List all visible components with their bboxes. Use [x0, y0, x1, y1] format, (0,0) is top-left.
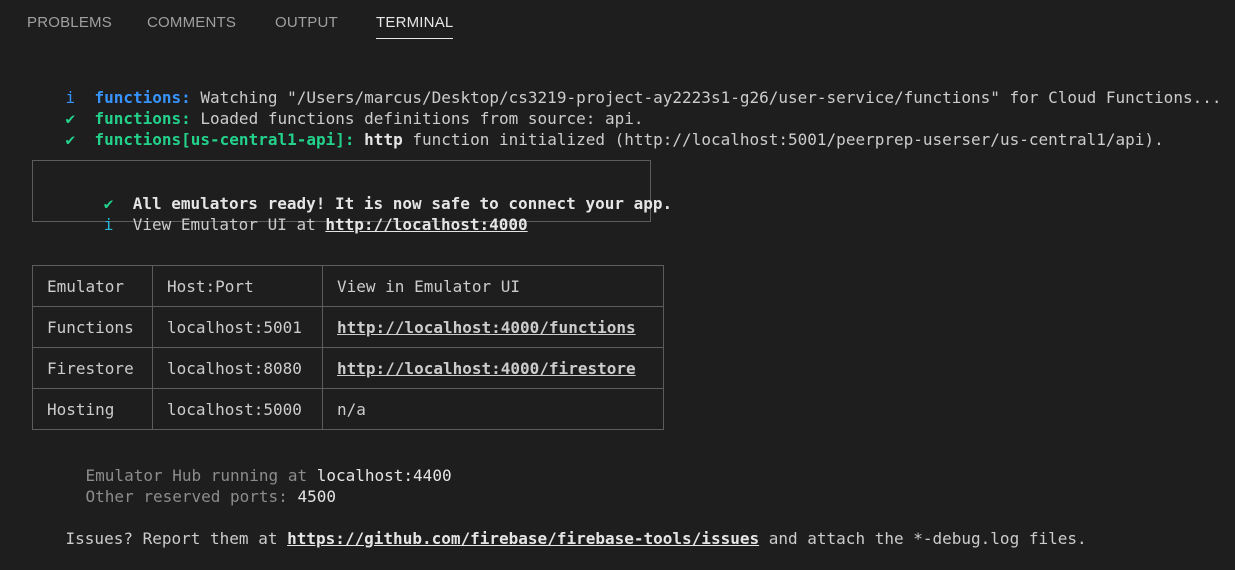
table-row: Functions localhost:5001 http://localhos…: [32, 306, 664, 348]
emulator-name: Hosting: [32, 388, 153, 430]
emulator-ui-link[interactable]: http://localhost:4000/functions: [322, 306, 664, 348]
ready-box: ✔ All emulators ready! It is now safe to…: [32, 160, 672, 234]
tab-problems[interactable]: PROBLEMS: [27, 14, 112, 38]
emulator-ui-link[interactable]: http://localhost:4000: [325, 215, 527, 234]
tab-comments[interactable]: COMMENTS: [147, 14, 236, 38]
issues-link[interactable]: https://github.com/firebase/firebase-too…: [287, 529, 759, 548]
tab-terminal[interactable]: TERMINAL: [376, 14, 454, 39]
log-bold: http: [364, 130, 403, 149]
issues-prefix: Issues? Report them at: [65, 529, 288, 548]
table-header-row: Emulator Host:Port View in Emulator UI: [32, 265, 664, 307]
panel-tabs: PROBLEMS COMMENTS OUTPUT TERMINAL: [0, 0, 1235, 46]
emulator-ui-line: i View Emulator UI at http://localhost:4…: [46, 193, 528, 256]
ports-value: 4500: [297, 487, 336, 506]
check-icon: ✔: [65, 130, 76, 149]
header-view-ui: View in Emulator UI: [322, 265, 664, 307]
log-text: function initialized (http://localhost:5…: [402, 130, 1164, 149]
info-icon: i: [103, 215, 114, 234]
issues-suffix: and attach the *-debug.log files.: [759, 529, 1087, 548]
hub-value: localhost:4400: [316, 466, 452, 485]
header-host-port: Host:Port: [152, 265, 323, 307]
issues-line: Issues? Report them at https://github.co…: [27, 507, 1087, 570]
emulator-ui-link[interactable]: http://localhost:4000/firestore: [322, 347, 664, 389]
emulator-name: Firestore: [32, 347, 153, 389]
emulator-host: localhost:5000: [152, 388, 323, 430]
table-row: Firestore localhost:8080 http://localhos…: [32, 347, 664, 389]
emulator-host: localhost:5001: [152, 306, 323, 348]
tab-output[interactable]: OUTPUT: [275, 14, 338, 38]
header-emulator: Emulator: [32, 265, 153, 307]
ports-label: Other reserved ports:: [85, 487, 298, 506]
emulator-host: localhost:8080: [152, 347, 323, 389]
emulator-ui-label: View Emulator UI at: [132, 215, 326, 234]
emulators-table: Emulator Host:Port View in Emulator UI F…: [32, 265, 664, 430]
emulator-ui-na: n/a: [322, 388, 664, 430]
log-tag: functions[us-central1-api]:: [94, 130, 355, 149]
emulator-name: Functions: [32, 306, 153, 348]
table-row: Hosting localhost:5000 n/a: [32, 388, 664, 430]
